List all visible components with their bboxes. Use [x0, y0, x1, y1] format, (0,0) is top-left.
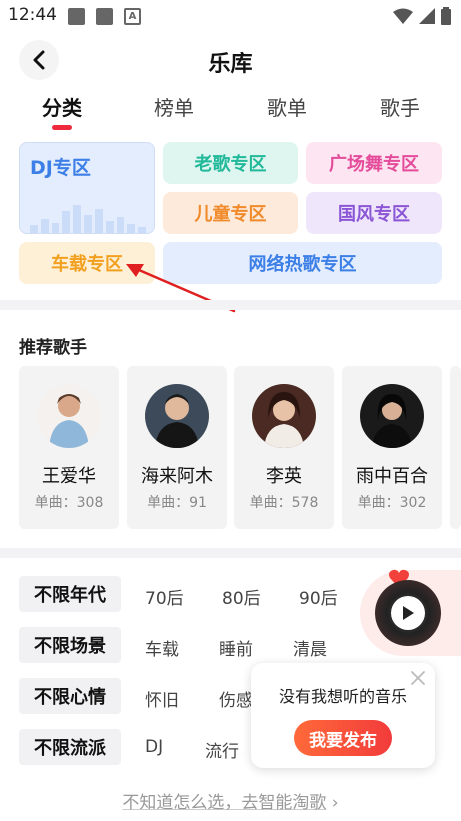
signal-icon [419, 8, 435, 24]
filter-option[interactable]: 伤感 [219, 686, 253, 711]
category-ertong[interactable]: 儿童专区 [163, 192, 298, 234]
battery-icon [441, 7, 451, 25]
request-music-popup: 没有我想听的音乐 我要发布 [251, 663, 435, 768]
page-title: 乐库 [208, 52, 253, 77]
filter-option[interactable]: 流行 [205, 737, 239, 762]
filter-mood-label[interactable]: 不限心情 [19, 678, 121, 714]
status-time: 12:44 [8, 5, 57, 25]
tab-charts[interactable]: 榜单 [154, 92, 194, 121]
notification-icon [96, 8, 113, 25]
singer-card[interactable]: 王爱华 单曲：308 [19, 366, 119, 529]
popup-message: 没有我想听的音乐 [278, 687, 407, 706]
singer-name: 李英 [266, 466, 302, 487]
category-guangchangwu[interactable]: 广场舞专区 [306, 142, 442, 184]
category-guofeng[interactable]: 国风专区 [306, 192, 442, 234]
filter-option[interactable]: 睡前 [219, 635, 253, 660]
singer-song-count: 单曲：578 [249, 495, 319, 511]
singer-card[interactable]: 雨中百合 单曲：302 [342, 366, 442, 529]
singer-card[interactable]: 李英 单曲：578 [234, 366, 334, 529]
avatar [360, 384, 424, 448]
singer-song-count: 单曲：308 [34, 495, 104, 511]
smart-pick-link[interactable]: 不知道怎么选，去智能淘歌 › [0, 788, 461, 813]
publish-button[interactable]: 我要发布 [294, 720, 392, 756]
notification-icon [68, 8, 85, 25]
mini-player[interactable] [360, 569, 461, 656]
singer-song-count: 单曲：302 [357, 495, 427, 511]
tab-singers[interactable]: 歌手 [380, 92, 420, 121]
status-icons [393, 6, 451, 26]
filter-option[interactable]: 清晨 [293, 635, 327, 660]
singer-card[interactable] [450, 366, 461, 529]
status-bar: 12:44 A [0, 0, 461, 32]
chevron-right-icon: › [331, 793, 339, 813]
singer-name: 王爱华 [42, 466, 96, 487]
filter-era-label[interactable]: 不限年代 [19, 576, 121, 612]
filter-genre-label[interactable]: 不限流派 [19, 729, 121, 765]
singer-name: 雨中百合 [356, 466, 428, 487]
album-disc [375, 580, 441, 646]
equalizer-graphic [30, 203, 146, 233]
category-laoge[interactable]: 老歌专区 [163, 142, 298, 184]
tab-bar: 分类 榜单 歌单 歌手 [0, 92, 461, 132]
avatar [145, 384, 209, 448]
filter-option[interactable]: 怀旧 [145, 686, 179, 711]
smart-pick-label: 不知道怎么选，去智能淘歌 [122, 793, 327, 813]
tab-indicator [52, 125, 72, 130]
filter-option[interactable]: 车载 [145, 635, 179, 660]
tab-playlists[interactable]: 歌单 [267, 92, 307, 121]
play-icon [403, 606, 414, 620]
header: 乐库 [0, 36, 461, 84]
filter-option[interactable]: 70后 [145, 584, 184, 609]
tab-category[interactable]: 分类 [42, 92, 82, 121]
filter-option[interactable]: 90后 [299, 584, 338, 609]
section-divider [0, 548, 461, 558]
play-button[interactable] [391, 596, 425, 630]
avatar [252, 384, 316, 448]
wifi-icon [393, 8, 413, 24]
filter-option[interactable]: 80后 [222, 584, 261, 609]
section-title-singers: 推荐歌手 [19, 338, 87, 358]
singer-song-count: 单曲：91 [147, 495, 207, 511]
singer-card[interactable]: 海来阿木 单曲：91 [127, 366, 227, 529]
avatar [37, 384, 101, 448]
app-notification-icon: A [124, 8, 141, 25]
section-divider [0, 300, 461, 310]
category-dj[interactable]: DJ专区 [19, 142, 155, 234]
filter-scene-label[interactable]: 不限场景 [19, 627, 121, 663]
filter-option[interactable]: DJ [145, 737, 163, 757]
singer-name: 海来阿木 [141, 466, 213, 487]
category-dj-label: DJ专区 [30, 157, 91, 179]
